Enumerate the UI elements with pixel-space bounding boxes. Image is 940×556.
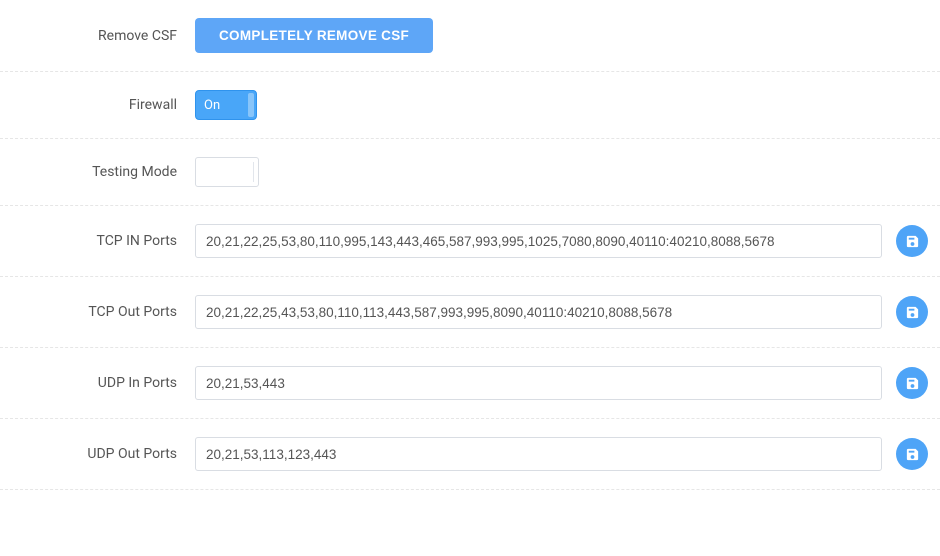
firewall-toggle-label: On <box>204 98 220 113</box>
udp-out-input[interactable] <box>195 437 882 471</box>
row-firewall: Firewall On <box>0 72 940 139</box>
row-testing-mode: Testing Mode <box>0 139 940 206</box>
label-tcp-in: TCP IN Ports <box>0 233 195 249</box>
save-tcp-in-button[interactable] <box>896 225 928 257</box>
row-tcp-out: TCP Out Ports <box>0 277 940 348</box>
row-udp-in: UDP In Ports <box>0 348 940 419</box>
row-udp-out: UDP Out Ports <box>0 419 940 490</box>
firewall-toggle[interactable]: On <box>195 90 257 120</box>
save-icon <box>905 376 920 391</box>
label-firewall: Firewall <box>0 97 195 113</box>
label-udp-out: UDP Out Ports <box>0 446 195 462</box>
udp-in-input[interactable] <box>195 366 882 400</box>
label-testing-mode: Testing Mode <box>0 164 195 180</box>
row-remove-csf: Remove CSF COMPLETELY REMOVE CSF <box>0 0 940 72</box>
save-udp-in-button[interactable] <box>896 367 928 399</box>
row-tcp-in: TCP IN Ports <box>0 206 940 277</box>
tcp-out-input[interactable] <box>195 295 882 329</box>
label-udp-in: UDP In Ports <box>0 375 195 391</box>
toggle-knob <box>248 93 254 117</box>
save-udp-out-button[interactable] <box>896 438 928 470</box>
save-icon <box>905 447 920 462</box>
save-tcp-out-button[interactable] <box>896 296 928 328</box>
completely-remove-csf-button[interactable]: COMPLETELY REMOVE CSF <box>195 18 433 53</box>
label-remove-csf: Remove CSF <box>0 28 195 44</box>
testing-mode-select[interactable] <box>195 157 259 187</box>
tcp-in-input[interactable] <box>195 224 882 258</box>
save-icon <box>905 305 920 320</box>
label-tcp-out: TCP Out Ports <box>0 304 195 320</box>
save-icon <box>905 234 920 249</box>
